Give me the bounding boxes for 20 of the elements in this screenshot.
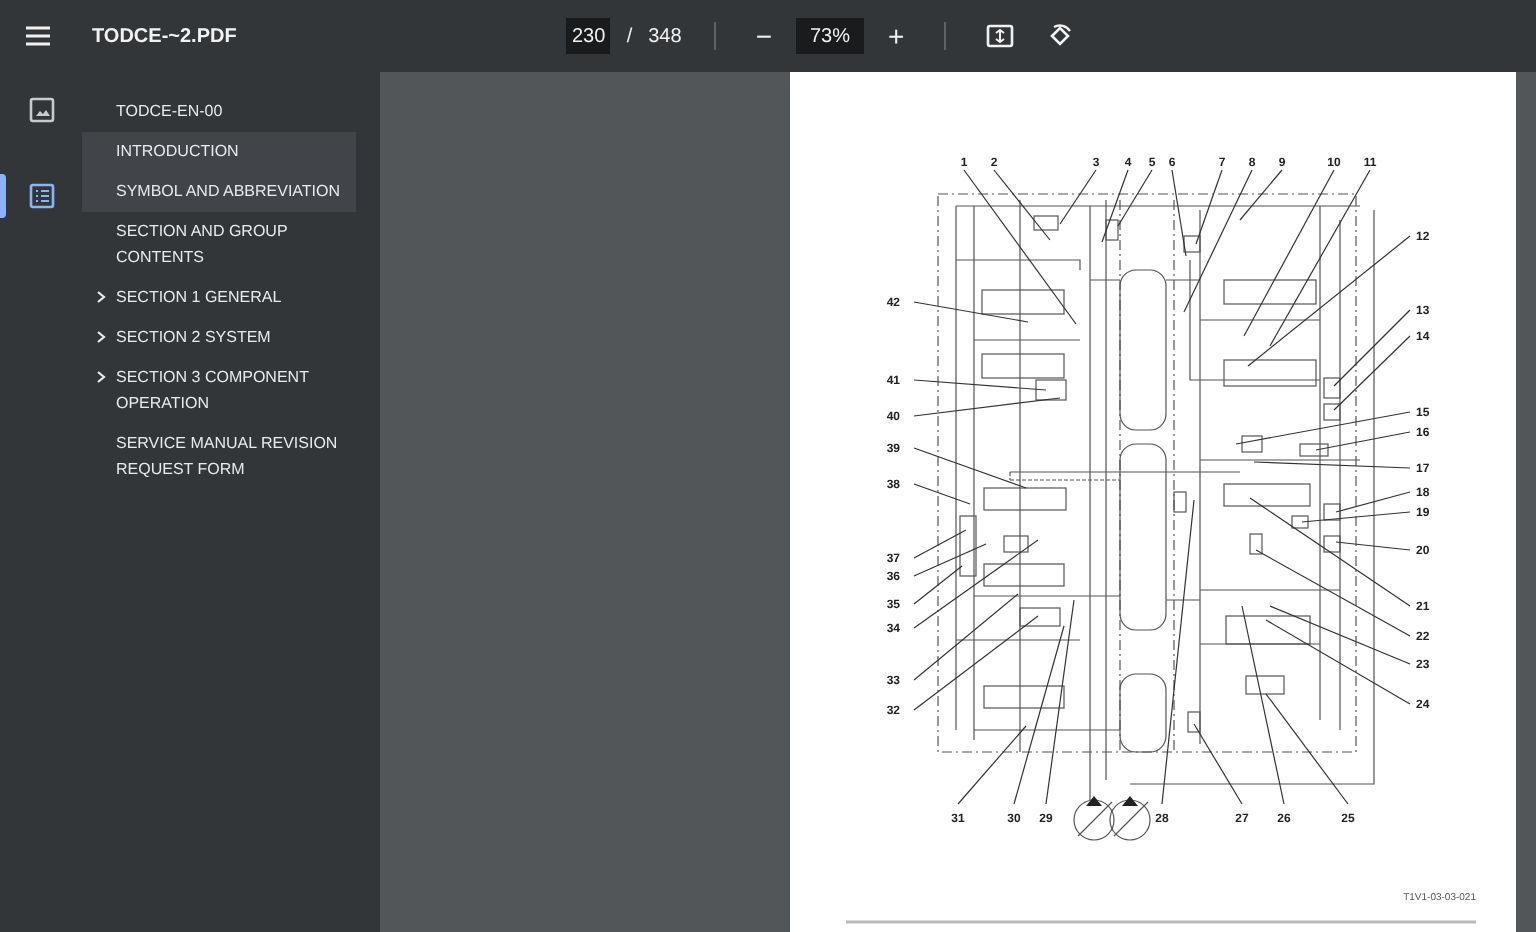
page-count: 348: [648, 23, 682, 51]
zoom-field[interactable]: 73%: [796, 18, 864, 54]
outline-item[interactable]: SYMBOL AND ABBREVIATION: [82, 172, 356, 212]
chevron-icon: [96, 370, 106, 384]
image-icon: [27, 96, 55, 124]
menu-icon: [24, 21, 52, 50]
chevron-icon: [96, 330, 106, 344]
page-separator: /: [626, 23, 633, 51]
zoom-out-button[interactable]: −: [747, 22, 780, 50]
chevron-icon: [96, 290, 106, 304]
leader-line: [1117, 169, 1153, 227]
list-icon: [27, 182, 55, 210]
leader-line: [913, 379, 1047, 391]
zoom-in-button[interactable]: +: [880, 22, 913, 50]
document-title: TODCE-~2.PDF: [92, 23, 237, 51]
rotate-icon: [1046, 21, 1075, 50]
leader-line: [1101, 169, 1129, 243]
page-number-field[interactable]: 230: [566, 18, 611, 54]
fit-page-icon: [986, 21, 1015, 50]
outline-item[interactable]: INTRODUCTION: [82, 132, 356, 172]
